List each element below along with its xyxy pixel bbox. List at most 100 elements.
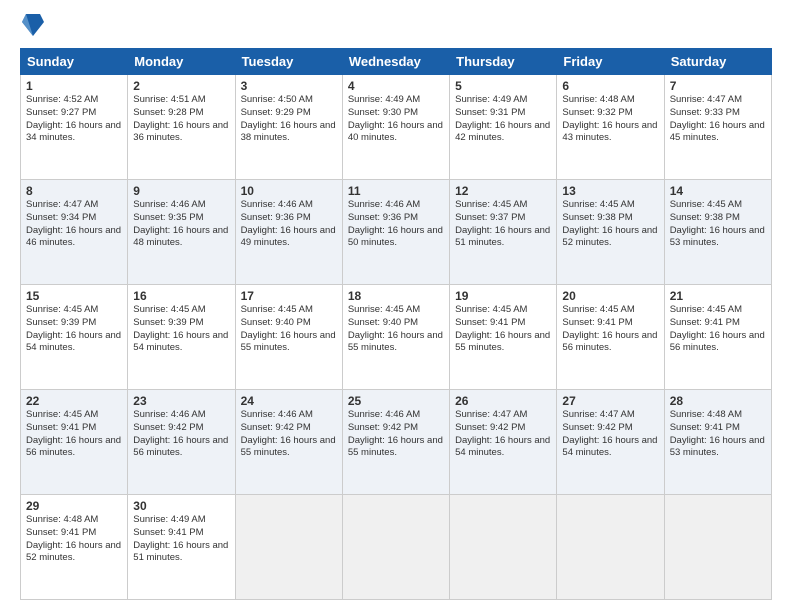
day-number: 23 (133, 394, 229, 408)
calendar-cell: 12Sunrise: 4:45 AMSunset: 9:37 PMDayligh… (450, 180, 557, 285)
calendar-cell: 18Sunrise: 4:45 AMSunset: 9:40 PMDayligh… (342, 285, 449, 390)
day-number: 22 (26, 394, 122, 408)
day-number: 1 (26, 79, 122, 93)
day-info: Sunrise: 4:49 AMSunset: 9:31 PMDaylight:… (455, 94, 551, 145)
day-info: Sunrise: 4:49 AMSunset: 9:41 PMDaylight:… (133, 514, 229, 565)
calendar-cell: 15Sunrise: 4:45 AMSunset: 9:39 PMDayligh… (21, 285, 128, 390)
day-number: 3 (241, 79, 337, 93)
day-info: Sunrise: 4:47 AMSunset: 9:42 PMDaylight:… (455, 409, 551, 460)
day-number: 16 (133, 289, 229, 303)
calendar-header-tuesday: Tuesday (235, 49, 342, 75)
calendar-cell: 20Sunrise: 4:45 AMSunset: 9:41 PMDayligh… (557, 285, 664, 390)
day-number: 18 (348, 289, 444, 303)
day-number: 4 (348, 79, 444, 93)
calendar-cell: 16Sunrise: 4:45 AMSunset: 9:39 PMDayligh… (128, 285, 235, 390)
calendar-cell: 2Sunrise: 4:51 AMSunset: 9:28 PMDaylight… (128, 75, 235, 180)
day-info: Sunrise: 4:45 AMSunset: 9:40 PMDaylight:… (241, 304, 337, 355)
calendar-cell: 11Sunrise: 4:46 AMSunset: 9:36 PMDayligh… (342, 180, 449, 285)
day-info: Sunrise: 4:45 AMSunset: 9:39 PMDaylight:… (26, 304, 122, 355)
day-number: 26 (455, 394, 551, 408)
day-number: 24 (241, 394, 337, 408)
calendar-cell: 24Sunrise: 4:46 AMSunset: 9:42 PMDayligh… (235, 390, 342, 495)
calendar-row-4: 29Sunrise: 4:48 AMSunset: 9:41 PMDayligh… (21, 495, 772, 600)
calendar-cell: 17Sunrise: 4:45 AMSunset: 9:40 PMDayligh… (235, 285, 342, 390)
day-number: 6 (562, 79, 658, 93)
day-number: 12 (455, 184, 551, 198)
day-number: 15 (26, 289, 122, 303)
day-number: 21 (670, 289, 766, 303)
day-number: 17 (241, 289, 337, 303)
calendar-cell (664, 495, 771, 600)
day-number: 25 (348, 394, 444, 408)
day-info: Sunrise: 4:48 AMSunset: 9:41 PMDaylight:… (26, 514, 122, 565)
calendar-cell: 29Sunrise: 4:48 AMSunset: 9:41 PMDayligh… (21, 495, 128, 600)
day-number: 28 (670, 394, 766, 408)
day-info: Sunrise: 4:46 AMSunset: 9:42 PMDaylight:… (133, 409, 229, 460)
calendar-header-sunday: Sunday (21, 49, 128, 75)
calendar-header-wednesday: Wednesday (342, 49, 449, 75)
day-info: Sunrise: 4:45 AMSunset: 9:40 PMDaylight:… (348, 304, 444, 355)
calendar-cell: 30Sunrise: 4:49 AMSunset: 9:41 PMDayligh… (128, 495, 235, 600)
day-number: 2 (133, 79, 229, 93)
day-info: Sunrise: 4:45 AMSunset: 9:37 PMDaylight:… (455, 199, 551, 250)
calendar-cell (450, 495, 557, 600)
calendar-cell: 4Sunrise: 4:49 AMSunset: 9:30 PMDaylight… (342, 75, 449, 180)
calendar-cell: 8Sunrise: 4:47 AMSunset: 9:34 PMDaylight… (21, 180, 128, 285)
day-number: 9 (133, 184, 229, 198)
calendar-header-row: SundayMondayTuesdayWednesdayThursdayFrid… (21, 49, 772, 75)
calendar-cell: 26Sunrise: 4:47 AMSunset: 9:42 PMDayligh… (450, 390, 557, 495)
day-info: Sunrise: 4:47 AMSunset: 9:33 PMDaylight:… (670, 94, 766, 145)
calendar-cell: 21Sunrise: 4:45 AMSunset: 9:41 PMDayligh… (664, 285, 771, 390)
calendar-cell: 1Sunrise: 4:52 AMSunset: 9:27 PMDaylight… (21, 75, 128, 180)
day-number: 30 (133, 499, 229, 513)
day-info: Sunrise: 4:45 AMSunset: 9:38 PMDaylight:… (562, 199, 658, 250)
calendar-cell: 5Sunrise: 4:49 AMSunset: 9:31 PMDaylight… (450, 75, 557, 180)
day-info: Sunrise: 4:50 AMSunset: 9:29 PMDaylight:… (241, 94, 337, 145)
day-number: 19 (455, 289, 551, 303)
day-info: Sunrise: 4:46 AMSunset: 9:36 PMDaylight:… (241, 199, 337, 250)
calendar-cell: 27Sunrise: 4:47 AMSunset: 9:42 PMDayligh… (557, 390, 664, 495)
day-number: 11 (348, 184, 444, 198)
logo (20, 16, 44, 38)
header (20, 16, 772, 38)
day-info: Sunrise: 4:48 AMSunset: 9:32 PMDaylight:… (562, 94, 658, 145)
day-info: Sunrise: 4:45 AMSunset: 9:41 PMDaylight:… (562, 304, 658, 355)
calendar-cell: 14Sunrise: 4:45 AMSunset: 9:38 PMDayligh… (664, 180, 771, 285)
day-number: 5 (455, 79, 551, 93)
calendar-row-0: 1Sunrise: 4:52 AMSunset: 9:27 PMDaylight… (21, 75, 772, 180)
calendar-cell: 19Sunrise: 4:45 AMSunset: 9:41 PMDayligh… (450, 285, 557, 390)
page: SundayMondayTuesdayWednesdayThursdayFrid… (0, 0, 792, 612)
calendar-body: 1Sunrise: 4:52 AMSunset: 9:27 PMDaylight… (21, 75, 772, 600)
calendar-cell: 6Sunrise: 4:48 AMSunset: 9:32 PMDaylight… (557, 75, 664, 180)
day-number: 29 (26, 499, 122, 513)
calendar-cell: 9Sunrise: 4:46 AMSunset: 9:35 PMDaylight… (128, 180, 235, 285)
calendar-row-2: 15Sunrise: 4:45 AMSunset: 9:39 PMDayligh… (21, 285, 772, 390)
logo-icon (22, 12, 44, 38)
day-info: Sunrise: 4:45 AMSunset: 9:41 PMDaylight:… (670, 304, 766, 355)
calendar-header-saturday: Saturday (664, 49, 771, 75)
day-number: 10 (241, 184, 337, 198)
day-info: Sunrise: 4:45 AMSunset: 9:39 PMDaylight:… (133, 304, 229, 355)
day-info: Sunrise: 4:46 AMSunset: 9:36 PMDaylight:… (348, 199, 444, 250)
calendar-cell: 25Sunrise: 4:46 AMSunset: 9:42 PMDayligh… (342, 390, 449, 495)
day-number: 13 (562, 184, 658, 198)
calendar-header-monday: Monday (128, 49, 235, 75)
calendar-cell (235, 495, 342, 600)
calendar-table: SundayMondayTuesdayWednesdayThursdayFrid… (20, 48, 772, 600)
day-info: Sunrise: 4:49 AMSunset: 9:30 PMDaylight:… (348, 94, 444, 145)
calendar-row-1: 8Sunrise: 4:47 AMSunset: 9:34 PMDaylight… (21, 180, 772, 285)
calendar-cell (342, 495, 449, 600)
calendar-cell: 28Sunrise: 4:48 AMSunset: 9:41 PMDayligh… (664, 390, 771, 495)
day-info: Sunrise: 4:47 AMSunset: 9:34 PMDaylight:… (26, 199, 122, 250)
day-info: Sunrise: 4:45 AMSunset: 9:38 PMDaylight:… (670, 199, 766, 250)
day-number: 14 (670, 184, 766, 198)
calendar-cell: 7Sunrise: 4:47 AMSunset: 9:33 PMDaylight… (664, 75, 771, 180)
calendar-cell: 3Sunrise: 4:50 AMSunset: 9:29 PMDaylight… (235, 75, 342, 180)
day-info: Sunrise: 4:46 AMSunset: 9:42 PMDaylight:… (348, 409, 444, 460)
calendar-cell: 22Sunrise: 4:45 AMSunset: 9:41 PMDayligh… (21, 390, 128, 495)
calendar-row-3: 22Sunrise: 4:45 AMSunset: 9:41 PMDayligh… (21, 390, 772, 495)
day-info: Sunrise: 4:48 AMSunset: 9:41 PMDaylight:… (670, 409, 766, 460)
day-number: 20 (562, 289, 658, 303)
day-number: 8 (26, 184, 122, 198)
calendar-cell: 13Sunrise: 4:45 AMSunset: 9:38 PMDayligh… (557, 180, 664, 285)
